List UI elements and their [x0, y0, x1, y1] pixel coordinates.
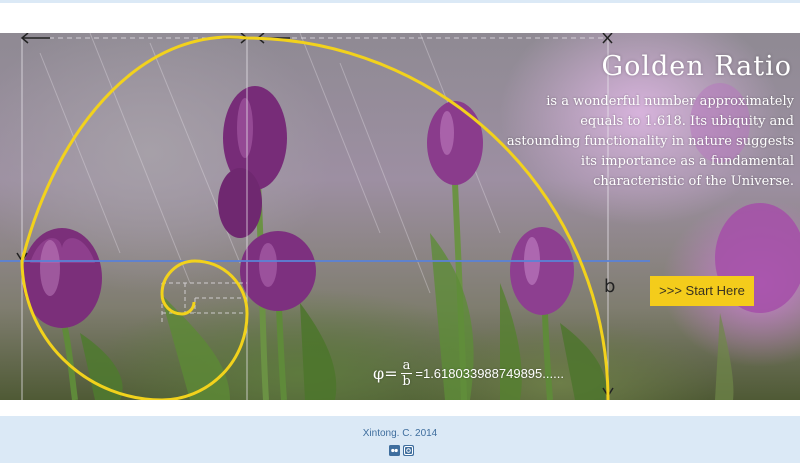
hero-banner: b Golden Ratio is a wonderful number app…: [0, 33, 800, 400]
top-bar: [0, 0, 800, 33]
footer-credit: Xintong. C. 2014: [362, 428, 438, 439]
social-links: [389, 445, 414, 456]
golden-ratio-illustration: b: [0, 33, 800, 400]
ratio-fraction: a b: [400, 357, 413, 389]
side-label-b: b: [604, 276, 615, 297]
ratio-value: =1.618033988749895......: [415, 365, 564, 381]
flickr-icon[interactable]: [389, 445, 400, 456]
fraction-denominator: b: [402, 373, 411, 389]
golden-ratio-formula: φ= a b =1.618033988749895......: [373, 353, 564, 393]
phi-symbol: φ=: [373, 363, 398, 383]
instagram-icon[interactable]: [403, 445, 414, 456]
footer: Xintong. C. 2014: [0, 416, 800, 463]
hero-description: is a wonderful number approximately equa…: [506, 94, 794, 189]
page-title: Golden Ratio: [601, 51, 792, 82]
start-here-button[interactable]: >>> Start Here: [650, 276, 754, 306]
fraction-numerator: a: [400, 357, 413, 374]
